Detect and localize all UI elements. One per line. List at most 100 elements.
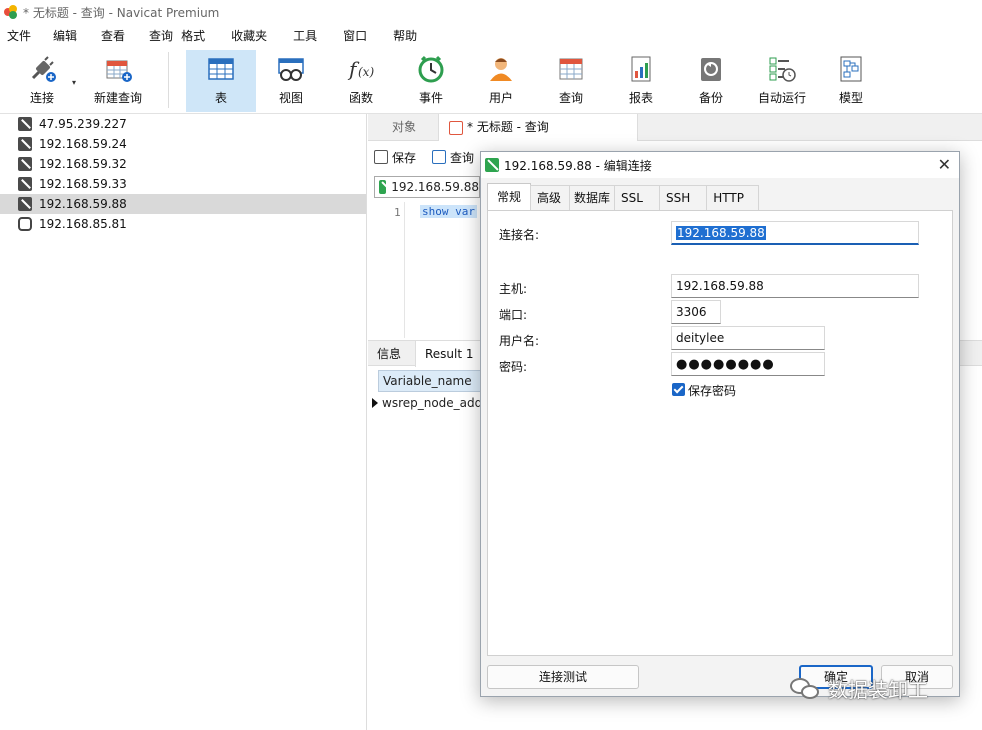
test-connection-button[interactable]: 连接测试 (487, 665, 639, 689)
model-icon (836, 54, 866, 84)
menu-help[interactable]: 帮助 (386, 24, 424, 48)
column-header-variable-name[interactable]: Variable_name (378, 370, 488, 392)
backup-icon (696, 54, 726, 84)
menu-favorites[interactable]: 收藏夹 (224, 24, 274, 48)
connection-item[interactable]: 192.168.59.33 (0, 174, 366, 194)
connection-select[interactable]: 192.168.59.88 (374, 176, 480, 198)
connection-item-selected[interactable]: 192.168.59.88 (0, 194, 366, 214)
sql-code: show var (420, 205, 477, 218)
connection-item[interactable]: 192.168.59.24 (0, 134, 366, 154)
port-label: 端口: (499, 308, 528, 322)
plug-icon (27, 54, 57, 84)
window-title: * 无标题 - 查询 - Navicat Premium (23, 5, 220, 20)
dialog-title-bar: 192.168.59.88 - 编辑连接 ✕ (481, 152, 959, 178)
query-button[interactable]: 查询 (542, 50, 600, 112)
mysql-connection-icon (18, 197, 32, 211)
connect-dropdown-icon[interactable]: ▾ (72, 78, 76, 87)
password-field[interactable]: ●●●●●●●● (671, 352, 825, 376)
table-row[interactable]: wsrep_node_add (368, 392, 488, 414)
query-builder-button[interactable]: 查询 (432, 149, 474, 166)
menu-file[interactable]: 文件 (0, 24, 38, 48)
wechat-icon (790, 676, 822, 702)
model-button[interactable]: 模型 (822, 50, 880, 112)
tab-advanced[interactable]: 高级 (530, 185, 571, 210)
dialog-tabs: 常规 高级 数据库 SSL SSH HTTP (487, 183, 759, 210)
tab-general[interactable]: 常规 (487, 183, 532, 210)
watermark: 数据装卸工 (790, 674, 928, 703)
tab-http[interactable]: HTTP (706, 185, 759, 210)
automation-icon (767, 54, 797, 84)
report-button[interactable]: 报表 (612, 50, 670, 112)
view-icon (276, 54, 306, 84)
mysql-connection-icon (18, 157, 32, 171)
document-tabs: 对象 * 无标题 - 查询 (368, 114, 982, 141)
save-password-checkbox[interactable] (672, 383, 685, 396)
line-number: 1 (394, 206, 401, 219)
tab-ssl[interactable]: SSL (614, 185, 660, 210)
connect-button[interactable]: 连接 (14, 50, 70, 112)
edit-connection-dialog: 192.168.59.88 - 编辑连接 ✕ 常规 高级 数据库 SSL SSH… (480, 151, 960, 697)
connection-status-icon (485, 158, 499, 172)
close-icon[interactable]: ✕ (938, 155, 951, 175)
new-query-button[interactable]: 新建查询 (88, 50, 148, 112)
event-button[interactable]: 事件 (402, 50, 460, 112)
menu-edit[interactable]: 编辑 (46, 24, 84, 48)
save-password-label[interactable]: 保存密码 (688, 382, 736, 399)
menu-view[interactable]: 查看 (94, 24, 132, 48)
table-icon (206, 54, 236, 84)
view-button[interactable]: 视图 (262, 50, 320, 112)
connection-item[interactable]: 47.95.239.227 (0, 114, 366, 134)
connection-item[interactable]: 192.168.59.32 (0, 154, 366, 174)
user-icon (486, 54, 516, 84)
tab-info[interactable]: 信息 (368, 341, 410, 367)
automation-button[interactable]: 自动运行 (750, 50, 814, 112)
conn-name-field[interactable]: 192.168.59.88 (671, 221, 919, 245)
editor-gutter (404, 202, 405, 338)
toolbar-separator (168, 52, 169, 108)
mysql-connection-icon (18, 117, 32, 131)
save-icon (374, 150, 388, 164)
user-button[interactable]: 用户 (472, 50, 530, 112)
tab-result-1[interactable]: Result 1 (415, 341, 484, 367)
dialog-title: 192.168.59.88 - 编辑连接 (504, 158, 652, 173)
function-button[interactable]: f (x) 函数 (332, 50, 390, 112)
query-icon (556, 54, 586, 84)
clock-icon (416, 54, 446, 84)
username-label: 用户名: (499, 334, 540, 348)
query-tab-icon (449, 120, 463, 135)
conn-name-label: 连接名: (499, 228, 540, 242)
save-button[interactable]: 保存 (374, 149, 416, 166)
connection-item[interactable]: 192.168.85.81 (0, 214, 366, 234)
mysql-connection-icon (18, 177, 32, 191)
tab-objects[interactable]: 对象 (382, 114, 426, 141)
menu-window[interactable]: 窗口 (336, 24, 374, 48)
current-row-icon (372, 398, 378, 408)
username-field[interactable]: deitylee (671, 326, 825, 350)
tab-database[interactable]: 数据库 (569, 185, 616, 210)
connection-tree: 47.95.239.227 192.168.59.24 192.168.59.3… (0, 114, 367, 730)
general-panel: 连接名: 192.168.59.88 主机: 192.168.59.88 端口:… (487, 210, 953, 656)
menu-bar: 文件 编辑 查看 查询 格式 收藏夹 工具 窗口 帮助 (0, 24, 982, 48)
svg-text:(x): (x) (358, 65, 374, 79)
port-field[interactable]: 3306 (671, 300, 721, 324)
navicat-logo-icon (4, 5, 18, 19)
menu-format[interactable]: 格式 (174, 24, 212, 48)
tab-ssh[interactable]: SSH (658, 185, 708, 210)
main-toolbar: 连接 ▾ 新建查询 表 视图 f (x) 函数 事件 用户 查询 报表 备份 自… (0, 48, 982, 114)
menu-tools[interactable]: 工具 (286, 24, 324, 48)
host-field[interactable]: 192.168.59.88 (671, 274, 919, 298)
query-builder-icon (432, 150, 447, 164)
connection-status-icon (379, 180, 387, 194)
title-bar: * 无标题 - 查询 - Navicat Premium (0, 0, 982, 24)
watermark-text: 数据装卸工 (828, 678, 928, 702)
mysql-connection-icon (18, 137, 32, 151)
table-button[interactable]: 表 (186, 50, 256, 112)
function-icon: f (x) (346, 54, 376, 84)
password-label: 密码: (499, 360, 528, 374)
backup-button[interactable]: 备份 (682, 50, 740, 112)
new-query-icon (103, 54, 133, 84)
host-label: 主机: (499, 282, 528, 296)
report-icon (626, 54, 656, 84)
tab-query[interactable]: * 无标题 - 查询 (438, 114, 638, 141)
connection-icon (18, 217, 32, 231)
